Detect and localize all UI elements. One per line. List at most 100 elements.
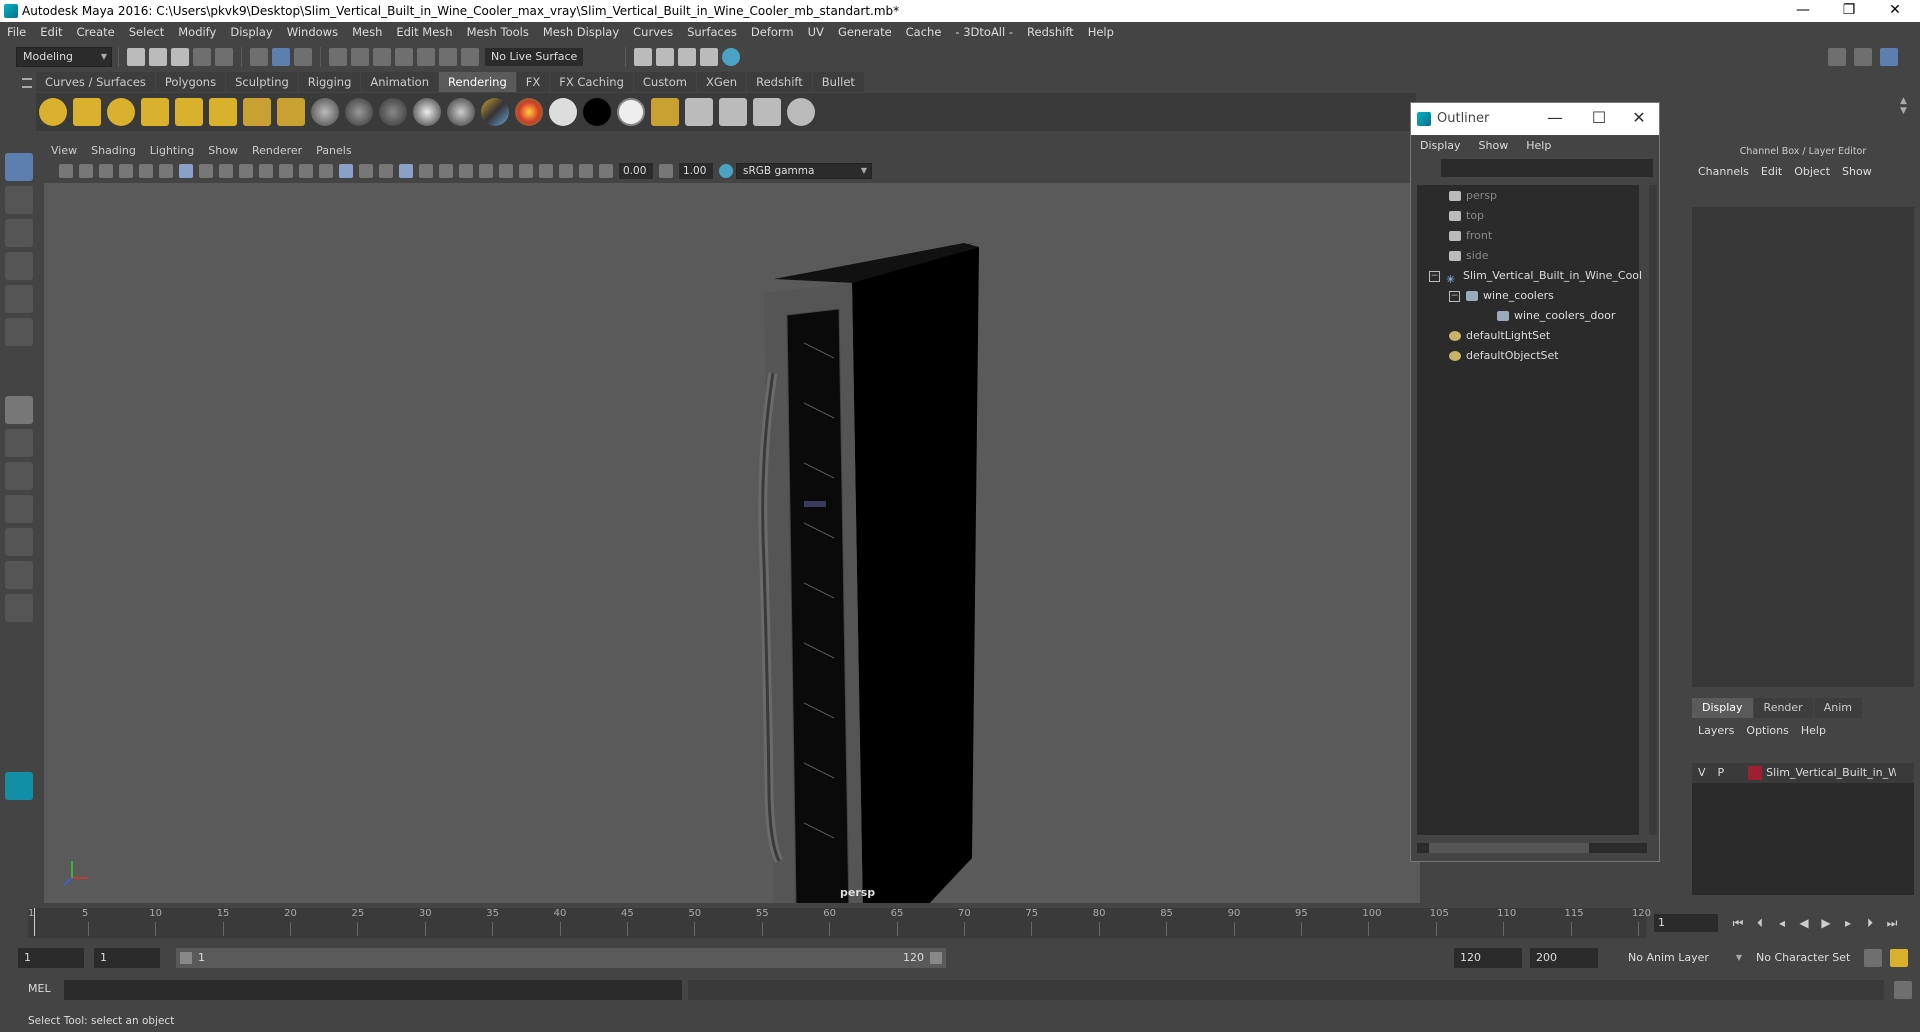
persp-hypershade-layout-icon[interactable] bbox=[5, 528, 33, 556]
phong-material-icon[interactable] bbox=[413, 98, 441, 126]
outliner-menu-display[interactable]: Display bbox=[1411, 135, 1470, 157]
script-editor-icon[interactable] bbox=[1894, 981, 1912, 999]
shelf-tab-fx[interactable]: FX bbox=[516, 72, 550, 92]
snap-view-plane-icon[interactable] bbox=[395, 48, 413, 66]
shelf-tab-custom[interactable]: Custom bbox=[633, 72, 696, 92]
channel-menu-object[interactable]: Object bbox=[1788, 161, 1836, 183]
lasso-tool-icon[interactable] bbox=[5, 186, 33, 214]
wine-cooler-model[interactable] bbox=[758, 243, 979, 903]
range-end-handle[interactable] bbox=[930, 952, 942, 964]
outliner-search-input[interactable] bbox=[1441, 159, 1653, 177]
safe-title-icon[interactable] bbox=[299, 164, 313, 178]
animation-start-field[interactable]: 1 bbox=[18, 948, 84, 968]
menu-file[interactable]: File bbox=[0, 22, 33, 43]
menu-mesh-tools[interactable]: Mesh Tools bbox=[460, 22, 536, 43]
viewport-menu-lighting[interactable]: Lighting bbox=[143, 143, 201, 159]
character-set-dropdown[interactable]: No Character Set bbox=[1750, 948, 1854, 968]
layer-tab-display[interactable]: Display bbox=[1692, 698, 1753, 718]
snap-grid-icon[interactable] bbox=[329, 48, 347, 66]
surface-shader-white-icon[interactable] bbox=[549, 98, 577, 126]
step-forward-key-icon[interactable]: ▸ bbox=[1840, 915, 1856, 931]
viewport-menu-renderer[interactable]: Renderer bbox=[245, 143, 309, 159]
render-settings-icon[interactable] bbox=[700, 48, 719, 66]
viewport-canvas[interactable] bbox=[44, 143, 1420, 903]
shelf-tab-rendering[interactable]: Rendering bbox=[439, 72, 516, 92]
step-forward-frame-icon[interactable]: ⏵ bbox=[1862, 915, 1878, 931]
mode-dropdown[interactable]: Modeling bbox=[16, 47, 112, 67]
outliner-item[interactable]: defaultLightSet bbox=[1449, 327, 1550, 345]
auto-key-icon[interactable] bbox=[1864, 949, 1882, 967]
camera-aim-icon[interactable] bbox=[277, 98, 305, 126]
menu-curves[interactable]: Curves bbox=[626, 22, 680, 43]
persp-outliner-layout-icon[interactable] bbox=[5, 462, 33, 490]
outliner-maximize-button[interactable]: ☐ bbox=[1579, 103, 1619, 133]
render-current-frame-icon[interactable] bbox=[656, 48, 675, 66]
surface-shader-black-icon[interactable] bbox=[583, 98, 611, 126]
range-start-handle[interactable] bbox=[180, 952, 192, 964]
play-backwards-icon[interactable]: ◀ bbox=[1796, 915, 1812, 931]
shelf-tab-sculpting[interactable]: Sculpting bbox=[226, 72, 298, 92]
wireframe-on-shaded-icon[interactable] bbox=[359, 164, 373, 178]
menu-generate[interactable]: Generate bbox=[831, 22, 899, 43]
menu-display[interactable]: Display bbox=[223, 22, 279, 43]
channel-menu-channels[interactable]: Channels bbox=[1692, 161, 1755, 183]
toggle-outliner-icon[interactable] bbox=[1854, 48, 1872, 66]
step-back-frame-icon[interactable]: ⏴ bbox=[1752, 915, 1768, 931]
menu-mesh[interactable]: Mesh bbox=[345, 22, 389, 43]
ramp-shader-icon[interactable] bbox=[515, 98, 543, 126]
outliner-vertical-scrollbar[interactable] bbox=[1649, 185, 1657, 835]
command-input[interactable] bbox=[64, 980, 682, 1000]
resolution-gate-icon[interactable] bbox=[219, 164, 233, 178]
lambert-material-icon[interactable] bbox=[379, 98, 407, 126]
magnet-icon[interactable] bbox=[461, 48, 479, 66]
layer-color-swatch[interactable] bbox=[1748, 766, 1763, 780]
maximize-button[interactable]: ❐ bbox=[1826, 0, 1872, 22]
create-camera-icon[interactable] bbox=[243, 98, 271, 126]
shelf-menu-icon[interactable] bbox=[22, 78, 32, 88]
select-tool-icon[interactable] bbox=[5, 153, 33, 181]
directional-light-icon[interactable] bbox=[73, 98, 101, 126]
outliner-menu-show[interactable]: Show bbox=[1470, 135, 1518, 157]
outliner-item[interactable]: front bbox=[1449, 227, 1492, 245]
play-forwards-icon[interactable]: ▶ bbox=[1818, 915, 1834, 931]
menu-help[interactable]: Help bbox=[1081, 22, 1121, 43]
layer-menu-options[interactable]: Options bbox=[1740, 721, 1794, 741]
two-d-pan-zoom-icon[interactable] bbox=[139, 164, 153, 178]
layer-playback-toggle[interactable]: P bbox=[1712, 763, 1731, 783]
command-language-label[interactable]: MEL bbox=[28, 982, 51, 995]
menu-mesh-display[interactable]: Mesh Display bbox=[536, 22, 626, 43]
shelf-tab-rigging[interactable]: Rigging bbox=[298, 72, 361, 92]
exposure-icon[interactable] bbox=[599, 164, 613, 178]
blinn-material-icon[interactable] bbox=[345, 98, 373, 126]
display-layer-row[interactable]: V P Slim_Vertical_Built_in_Wi bbox=[1692, 763, 1914, 783]
menu-windows[interactable]: Windows bbox=[280, 22, 345, 43]
viewport-menu-show[interactable]: Show bbox=[201, 143, 245, 159]
textured-icon[interactable] bbox=[379, 164, 393, 178]
select-hierarchy-icon[interactable] bbox=[250, 48, 268, 66]
grease-pencil-icon[interactable] bbox=[159, 164, 173, 178]
safe-action-icon[interactable] bbox=[279, 164, 293, 178]
layer-tab-render[interactable]: Render bbox=[1753, 698, 1813, 718]
new-scene-icon[interactable] bbox=[127, 48, 145, 66]
outliner-close-button[interactable]: ✕ bbox=[1619, 103, 1659, 133]
smooth-shade-icon[interactable] bbox=[339, 164, 353, 178]
film-gate-icon[interactable] bbox=[199, 164, 213, 178]
persp-graph-layout-icon[interactable] bbox=[5, 495, 33, 523]
ipr-shelf-icon[interactable] bbox=[719, 98, 747, 126]
go-to-end-icon[interactable]: ⏭ bbox=[1884, 915, 1900, 931]
xray-icon[interactable] bbox=[539, 164, 553, 178]
shelf-tab-curves-surfaces[interactable]: Curves / Surfaces bbox=[36, 72, 155, 92]
paint-select-tool-icon[interactable] bbox=[5, 219, 33, 247]
gamma-field[interactable]: 1.00 bbox=[679, 163, 713, 179]
shelf-tab-bullet[interactable]: Bullet bbox=[812, 72, 864, 92]
menu-surfaces[interactable]: Surfaces bbox=[680, 22, 744, 43]
use-all-lights-icon[interactable] bbox=[399, 164, 413, 178]
viewport-menu-panels[interactable]: Panels bbox=[309, 143, 358, 159]
snap-surface-icon[interactable] bbox=[417, 48, 435, 66]
depth-of-field-icon[interactable] bbox=[499, 164, 513, 178]
layer-menu-layers[interactable]: Layers bbox=[1692, 721, 1740, 741]
outliner-minimize-button[interactable]: — bbox=[1535, 103, 1575, 133]
image-plane-icon[interactable] bbox=[119, 164, 133, 178]
use-background-icon[interactable] bbox=[617, 98, 645, 126]
toggle-channel-box-icon[interactable] bbox=[1880, 48, 1898, 66]
